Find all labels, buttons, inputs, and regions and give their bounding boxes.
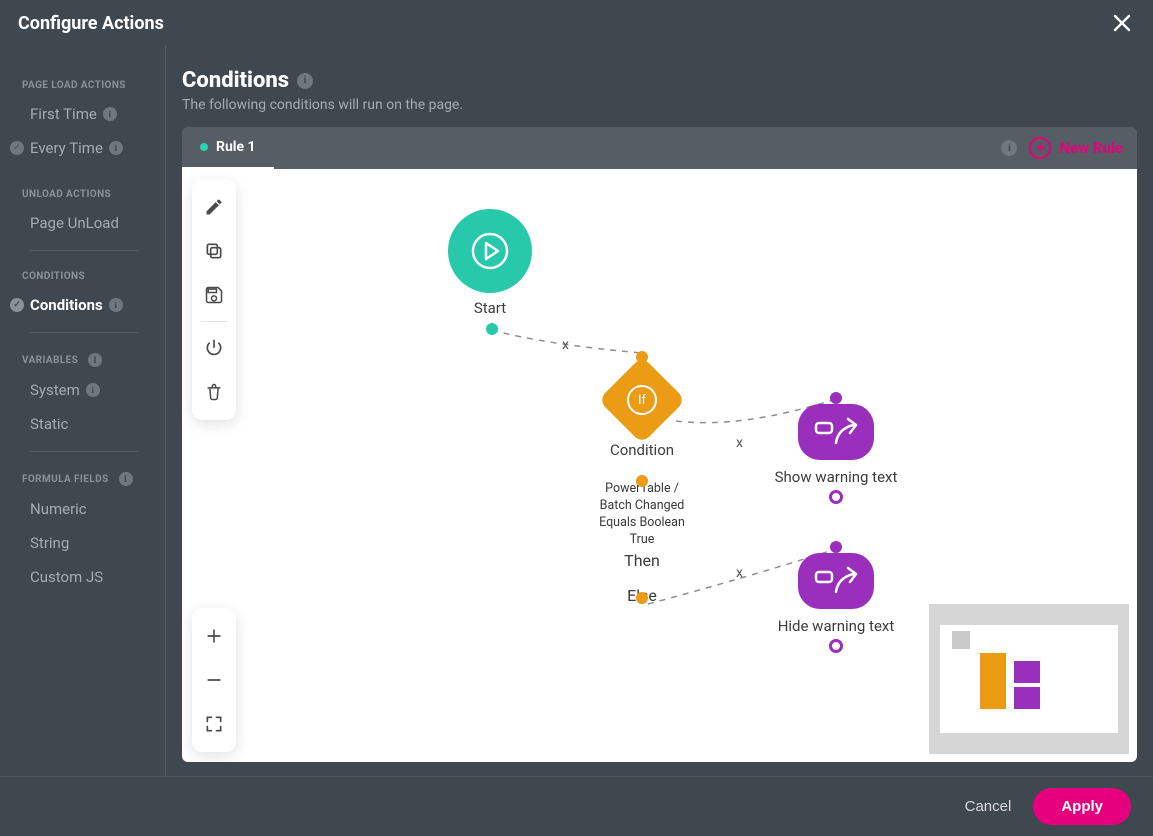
flow-layer: x x x Start	[182, 169, 1137, 762]
page-subtitle: The following conditions will run on the…	[182, 97, 1137, 113]
action-node-hide-warning[interactable]: Hide warning text	[736, 541, 936, 653]
info-icon: i	[109, 298, 123, 312]
sidebar-item-first-time[interactable]: First Time i	[0, 97, 165, 131]
sidebar-item-static[interactable]: Static	[0, 407, 165, 441]
info-icon: i	[103, 107, 117, 121]
sidebar-section-page-load: PAGE LOAD ACTIONS	[0, 70, 165, 97]
modal-title: Configure Actions	[18, 13, 164, 34]
sidebar-item-label: Static	[30, 415, 68, 433]
sidebar-item-label: First Time	[30, 105, 97, 123]
sidebar-section-formula: FORMULA FIELDS i	[0, 462, 165, 492]
sidebar-item-label: Page UnLoad	[30, 214, 119, 232]
sidebar-divider	[30, 250, 139, 251]
sidebar-item-label: Conditions	[30, 296, 103, 314]
info-icon[interactable]: i	[297, 73, 313, 89]
info-icon: i	[119, 472, 133, 486]
sidebar-item-conditions[interactable]: ✓ Conditions i	[0, 288, 165, 322]
info-icon: i	[109, 141, 123, 155]
sidebar-item-numeric[interactable]: Numeric	[0, 492, 165, 526]
info-icon: i	[88, 353, 102, 367]
page-title: Conditions i	[182, 68, 313, 93]
sidebar-item-system[interactable]: System i	[0, 373, 165, 407]
tab-label: Rule 1	[216, 139, 256, 155]
condition-diamond-icon: If	[598, 356, 686, 444]
action-icon	[798, 553, 874, 609]
content-header: Conditions i The following conditions wi…	[182, 68, 1137, 113]
node-label: Show warning text	[736, 468, 936, 486]
info-icon: i	[86, 383, 100, 397]
node-port[interactable]	[830, 392, 842, 404]
node-label: Hide warning text	[736, 617, 936, 635]
sidebar-item-every-time[interactable]: ✓ Every Time i	[0, 131, 165, 165]
rule-tabstrip: Rule 1 i + New Rule	[182, 127, 1137, 169]
if-glyph: If	[627, 385, 657, 415]
action-icon	[798, 404, 874, 460]
sidebar-item-label: Every Time	[30, 139, 103, 157]
content-pane: Conditions i The following conditions wi…	[166, 46, 1153, 776]
titlebar: Configure Actions	[0, 0, 1153, 46]
check-icon: ✓	[10, 298, 24, 312]
edge-delete-icon: x	[562, 337, 569, 353]
status-dot-icon	[200, 143, 208, 151]
apply-button[interactable]: Apply	[1033, 788, 1131, 825]
sidebar-section-variables: VARIABLES i	[0, 343, 165, 373]
sidebar-section-unload: UNLOAD ACTIONS	[0, 179, 165, 206]
then-label: Then	[568, 551, 716, 570]
node-port[interactable]	[486, 323, 498, 335]
condition-expression: PowerTable / Batch Changed Equals Boolea…	[568, 481, 716, 549]
sidebar-divider	[30, 451, 139, 452]
start-node[interactable]: Start	[448, 209, 532, 317]
sidebar: PAGE LOAD ACTIONS First Time i ✓ Every T…	[0, 46, 166, 776]
check-icon: ✓	[10, 141, 24, 155]
sidebar-item-label: Numeric	[30, 500, 87, 518]
sidebar-item-label: String	[30, 534, 69, 552]
sidebar-item-string[interactable]: String	[0, 526, 165, 560]
node-port[interactable]	[636, 592, 648, 604]
info-icon[interactable]: i	[1001, 140, 1017, 156]
sidebar-item-label: System	[30, 381, 80, 399]
node-port[interactable]	[829, 490, 843, 504]
node-port[interactable]	[636, 475, 648, 487]
rules-canvas[interactable]: x x x Start	[182, 169, 1137, 762]
cancel-button[interactable]: Cancel	[965, 798, 1012, 815]
plus-icon: +	[1029, 137, 1051, 159]
sidebar-section-conditions: CONDITIONS	[0, 261, 165, 288]
node-label: Condition	[568, 441, 716, 459]
dialog-footer: Cancel Apply	[0, 776, 1153, 836]
sidebar-item-label: Custom JS	[30, 568, 103, 586]
node-port[interactable]	[830, 541, 842, 553]
condition-node[interactable]: If Condition PowerTable / Batch Changed …	[568, 369, 716, 605]
action-node-show-warning[interactable]: Show warning text	[736, 392, 936, 504]
new-rule-label: New Rule	[1059, 139, 1123, 157]
new-rule-button[interactable]: + New Rule	[1029, 137, 1123, 159]
node-label: Start	[448, 299, 532, 317]
sidebar-item-customjs[interactable]: Custom JS	[0, 560, 165, 594]
tab-rule-1[interactable]: Rule 1	[182, 127, 274, 169]
main-area: PAGE LOAD ACTIONS First Time i ✓ Every T…	[0, 46, 1153, 776]
close-icon[interactable]	[1109, 10, 1135, 36]
play-icon	[448, 209, 532, 293]
sidebar-item-page-unload[interactable]: Page UnLoad	[0, 206, 165, 240]
sidebar-divider	[30, 332, 139, 333]
node-port[interactable]	[829, 639, 843, 653]
